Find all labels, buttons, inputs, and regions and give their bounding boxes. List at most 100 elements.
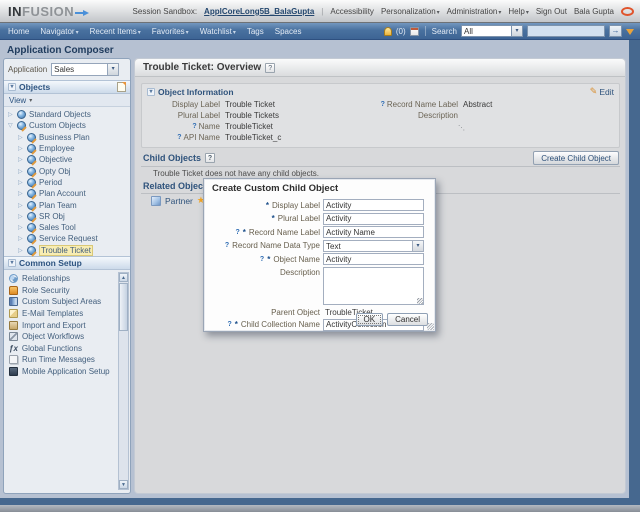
collapse-chevron-icon[interactable]: ▾ [8,258,16,267]
scrollbar-thumb[interactable] [119,283,128,331]
cancel-button[interactable]: Cancel [387,313,428,326]
search-label: Search [431,26,457,36]
tree-item-objective[interactable]: ▷ Objective [4,154,130,165]
scroll-up-icon[interactable]: ▲ [119,273,128,282]
sidebar-item-global-functions[interactable]: ƒx Global Functions [4,342,130,354]
tree-item-period[interactable]: ▷ Period [4,177,130,188]
select-dropdown-icon[interactable]: ▾ [511,26,522,36]
help-icon[interactable]: ? [227,321,231,328]
tree-collapsed-icon[interactable]: ▷ [18,145,24,152]
search-scope-select[interactable]: All ▾ [461,25,523,37]
sidebar-scrollbar[interactable]: ▲ ▼ [118,272,129,490]
help-icon[interactable]: ? [205,153,216,163]
create-child-object-button[interactable]: Create Child Object [533,151,619,165]
display-label-input[interactable] [323,199,424,211]
collapse-chevron-icon[interactable]: ▾ [147,87,155,96]
nav-favorites[interactable]: Favorites▾ [152,27,189,36]
search-input[interactable] [527,25,605,37]
nav-home[interactable]: Home [8,27,29,36]
create-custom-child-object-dialog: Create Custom Child Object * Display Labe… [203,178,436,332]
sidebar-item-run-time-messages[interactable]: Run Time Messages [4,354,130,366]
common-setup-header[interactable]: ▾ Common Setup [4,255,130,270]
tree-expanded-icon[interactable]: ▽ [8,122,14,129]
tree-collapsed-icon[interactable]: ▷ [8,111,14,118]
description-textarea[interactable] [323,266,424,305]
tree-item-employee[interactable]: ▷ Employee [4,143,130,154]
personalization-menu[interactable]: Personalization▾ [381,7,440,16]
help-icon[interactable]: ? [192,123,196,130]
ok-button[interactable]: OK [355,313,384,326]
functions-icon: ƒx [9,343,18,353]
tree-item-opty-obj[interactable]: ▷ Opty Obj [4,165,130,176]
tree-item-plan-account[interactable]: ▷ Plan Account [4,188,130,199]
select-dropdown-icon[interactable]: ▾ [107,64,119,75]
tree-collapsed-icon[interactable]: ▷ [18,224,24,231]
accessibility-link[interactable]: Accessibility [330,7,374,16]
help-menu[interactable]: Help▾ [508,7,528,16]
sidebar-item-custom-subject-areas[interactable]: Custom Subject Areas [4,296,130,308]
textarea-resize-grip[interactable] [417,297,423,304]
nav-spaces[interactable]: Spaces [275,27,302,36]
dialog-resize-grip[interactable] [427,323,434,330]
nav-tags[interactable]: Tags [247,27,264,36]
record-name-data-type-select[interactable]: Text ▾ [323,239,424,252]
help-icon[interactable]: ? [235,229,239,236]
new-note-icon[interactable] [117,82,126,92]
sidebar-item-object-workflows[interactable]: Object Workflows [4,331,130,343]
edit-link[interactable]: ✎ Edit [590,86,614,97]
help-icon[interactable]: ? [381,101,385,108]
sidebar-item-mobile-application-setup[interactable]: Mobile Application Setup [4,366,130,378]
sidebar-item-role-security[interactable]: Role Security [4,284,130,296]
tree-collapsed-icon[interactable]: ▷ [18,235,24,242]
advanced-search-icon[interactable] [626,29,634,35]
subject-areas-icon [9,297,18,307]
tree-item-service-request[interactable]: ▷ Service Request [4,233,130,244]
sidebar-item-relationships[interactable]: Relationships [4,273,130,285]
sidebar-item-import-export[interactable]: Import and Export [4,319,130,331]
calendar-icon[interactable] [409,26,419,36]
tree-item-sr-obj[interactable]: ▷ SR Obj [4,211,130,222]
nav-navigator[interactable]: Navigator▾ [40,27,78,36]
help-icon[interactable]: ? [265,62,276,73]
related-object-partner[interactable]: Partner ★ [151,195,205,206]
tree-item-custom-objects[interactable]: ▽ Custom Objects [4,120,130,131]
plural-label-input[interactable] [323,212,424,225]
scroll-down-icon[interactable]: ▼ [119,480,128,489]
tree-collapsed-icon[interactable]: ▷ [18,168,24,175]
tree-item-trouble-ticket[interactable]: ▷ Trouble Ticket [4,244,130,256]
tree-collapsed-icon[interactable]: ▷ [18,213,24,220]
search-go-button[interactable]: → [609,25,622,37]
dialog-field-object-name: ? * Object Name [211,253,428,265]
administration-menu[interactable]: Administration▾ [447,7,502,16]
global-header-links: Session Sandbox: ApplCoreLong5B_BalaGupt… [133,0,634,22]
object-name-input[interactable] [323,253,424,265]
tree-item-sales-tool[interactable]: ▷ Sales Tool [4,222,130,233]
tree-item-plan-team[interactable]: ▷ Plan Team [4,199,130,210]
tree-collapsed-icon[interactable]: ▷ [18,247,24,254]
nav-watchlist[interactable]: Watchlist▾ [200,27,236,36]
custom-object-icon [27,211,36,221]
collapse-chevron-icon[interactable]: ▾ [8,83,16,91]
help-icon[interactable]: ? [260,256,264,263]
sandbox-link[interactable]: ApplCoreLong5B_BalaGupta [204,7,314,16]
view-menu[interactable]: View ▾ [4,94,130,107]
alerts-count: (0) [395,26,406,36]
tree-collapsed-icon[interactable]: ▷ [18,134,24,141]
tree-collapsed-icon[interactable]: ▷ [18,179,24,186]
application-select[interactable]: Sales ▾ [51,63,120,76]
record-name-label-input[interactable] [323,226,424,238]
tree-item-business-plan[interactable]: ▷ Business Plan [4,132,130,143]
select-dropdown-icon[interactable]: ▾ [412,240,423,251]
sign-out-link[interactable]: Sign Out [536,7,567,16]
tree-collapsed-icon[interactable]: ▷ [18,190,24,197]
navbar-items: Home Navigator▾ Recent Items▾ Favorites▾… [0,27,301,36]
tree-collapsed-icon[interactable]: ▷ [18,202,24,209]
sidebar-item-email-templates[interactable]: E-Mail Templates [4,308,130,320]
tree-item-standard-objects[interactable]: ▷ Standard Objects [4,109,130,120]
tree-collapsed-icon[interactable]: ▷ [18,156,24,163]
nav-recent-items[interactable]: Recent Items▾ [90,27,141,36]
help-icon[interactable]: ? [177,134,181,141]
objects-panel-header[interactable]: ▾ Objects [4,80,130,94]
alerts-bell-icon[interactable] [383,26,392,36]
help-icon[interactable]: ? [225,242,229,249]
